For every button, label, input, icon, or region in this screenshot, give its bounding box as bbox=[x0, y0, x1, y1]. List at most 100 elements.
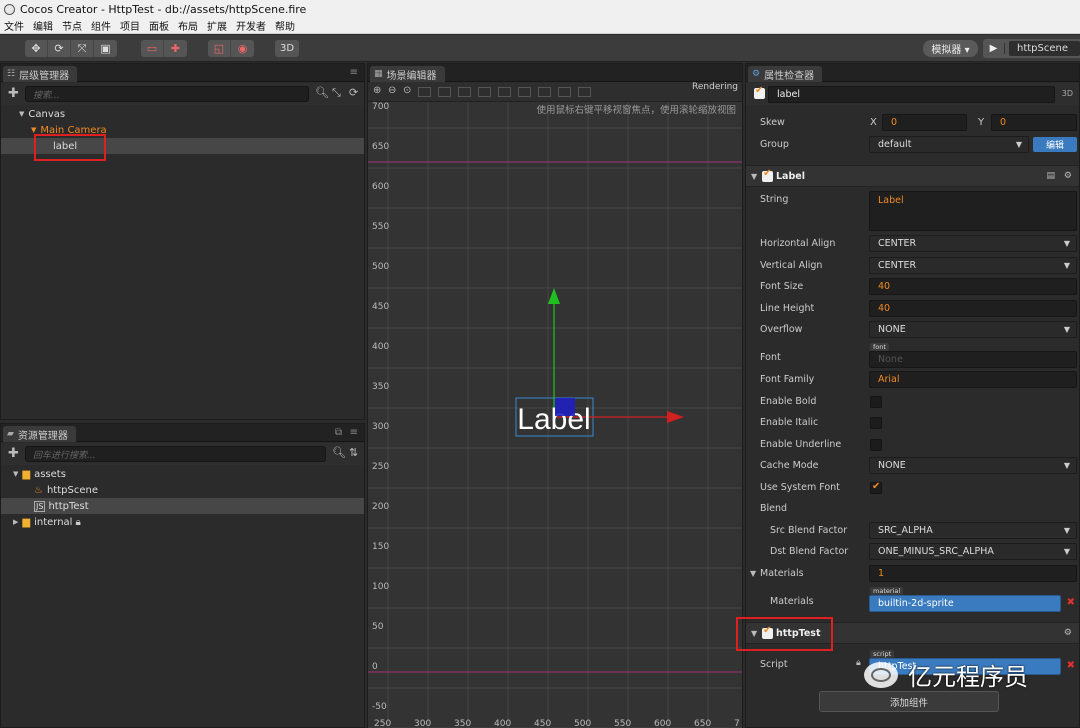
distribute-h-icon[interactable] bbox=[538, 87, 551, 97]
menu-panel[interactable]: 面板 bbox=[149, 18, 169, 33]
sort-icon[interactable]: ⇅ bbox=[349, 446, 358, 459]
simulator-dropdown[interactable]: 模拟器 ▾ bbox=[923, 40, 978, 57]
align-right-icon[interactable] bbox=[458, 87, 471, 97]
toggle-3d-button[interactable]: 3D bbox=[275, 40, 299, 57]
tree-node-canvas[interactable]: ▼ Canvas bbox=[1, 106, 364, 122]
collapse-arrow-icon[interactable]: ▼ bbox=[751, 172, 757, 181]
cache-mode-select[interactable]: NONE bbox=[869, 457, 1077, 474]
src-blend-select[interactable]: SRC_ALPHA bbox=[869, 522, 1077, 539]
hierarchy-tab[interactable]: ☷ 层级管理器 bbox=[3, 66, 78, 82]
label-enabled-checkbox[interactable] bbox=[762, 168, 773, 182]
settings-gear-icon[interactable]: ⚙ bbox=[1064, 171, 1072, 181]
asset-folder-assets[interactable]: ▼ ▆ assets bbox=[1, 466, 364, 482]
menu-extension[interactable]: 扩展 bbox=[207, 18, 227, 33]
menu-developer[interactable]: 开发者 bbox=[236, 18, 266, 33]
halign-select[interactable]: CENTER bbox=[869, 235, 1077, 252]
distribute-v-icon[interactable] bbox=[558, 87, 571, 97]
add-node-icon[interactable]: ✚ bbox=[8, 86, 19, 101]
panel-menu-icon[interactable]: ≡ bbox=[350, 427, 358, 438]
y-tick-label: 200 bbox=[372, 502, 390, 512]
align-hcenter-icon[interactable] bbox=[438, 87, 451, 97]
line-height-input[interactable]: 40 bbox=[869, 300, 1077, 317]
valign-select[interactable]: CENTER bbox=[869, 257, 1077, 274]
rect-tool-icon[interactable]: ▣ bbox=[94, 40, 117, 57]
menu-file[interactable]: 文件 bbox=[4, 18, 24, 33]
add-component-button[interactable]: 添加组件 bbox=[819, 691, 999, 712]
remove-material-icon[interactable]: ✖ bbox=[1067, 597, 1075, 608]
overflow-select[interactable]: NONE bbox=[869, 321, 1077, 338]
refresh-icon[interactable]: ⟳ bbox=[349, 86, 358, 99]
underline-checkbox[interactable] bbox=[870, 438, 882, 451]
group-select[interactable]: default bbox=[869, 136, 1029, 153]
menu-component[interactable]: 组件 bbox=[91, 18, 111, 33]
system-font-checkbox[interactable] bbox=[870, 481, 882, 494]
distribute-extra-icon[interactable] bbox=[578, 87, 591, 97]
menu-project[interactable]: 项目 bbox=[120, 18, 140, 33]
zoom-in-icon[interactable]: ⊕ bbox=[373, 85, 381, 96]
node-3d-toggle[interactable]: 3D bbox=[1062, 89, 1073, 98]
expand-arrow-icon[interactable]: ▼ bbox=[19, 110, 24, 118]
local-pivot-icon[interactable]: ▭ bbox=[141, 40, 164, 57]
move-tool-icon[interactable]: ✥ bbox=[25, 40, 48, 57]
rotate-tool-icon[interactable]: ⟳ bbox=[48, 40, 71, 57]
y-arrow-icon[interactable] bbox=[548, 288, 560, 304]
settings-gear-icon[interactable]: ⚙ bbox=[1064, 628, 1072, 638]
search-icon[interactable]: 🔍︎ bbox=[315, 86, 329, 99]
node-name-input[interactable]: label bbox=[768, 86, 1055, 103]
materials-expand-icon[interactable]: ▼ bbox=[750, 569, 756, 578]
center-handle[interactable] bbox=[555, 398, 575, 416]
align-vcenter-icon[interactable] bbox=[498, 87, 511, 97]
scene-select[interactable]: httpScene bbox=[1009, 41, 1080, 56]
add-asset-icon[interactable]: ✚ bbox=[8, 446, 19, 461]
group-edit-button[interactable]: 编辑 bbox=[1033, 137, 1077, 152]
font-size-input[interactable]: 40 bbox=[869, 278, 1077, 295]
align-bottom-icon[interactable] bbox=[518, 87, 531, 97]
expand-arrow-icon[interactable]: ▼ bbox=[31, 126, 36, 134]
align-top-icon[interactable] bbox=[478, 87, 491, 97]
asset-item-httpscene[interactable]: ♨ httpScene bbox=[1, 482, 364, 498]
zoom-reset-icon[interactable]: ⊙ bbox=[403, 85, 411, 96]
snap-rect-icon[interactable]: ◱ bbox=[208, 40, 231, 57]
search-icon[interactable]: 🔍︎ bbox=[332, 446, 346, 459]
asset-folder-internal[interactable]: ▶ ▆ internal 🔒︎ bbox=[1, 514, 364, 530]
inspector-tab[interactable]: ⚙ 属性检查器 bbox=[748, 66, 823, 82]
zoom-out-icon[interactable]: ⊖ bbox=[388, 85, 396, 96]
bold-checkbox[interactable] bbox=[870, 395, 882, 408]
hierarchy-panel: ☷ 层级管理器 ≡ ✚ 搜索... 🔍︎ ⤡ ⟳ ▼ Canvas ▼ Main… bbox=[0, 63, 365, 420]
label-component-header[interactable]: ▼ Label ▤ ⚙ bbox=[746, 165, 1079, 187]
scale-tool-icon[interactable]: ⤧ bbox=[71, 40, 94, 57]
skew-x-input[interactable]: 0 bbox=[882, 114, 967, 131]
menu-layout[interactable]: 布局 bbox=[178, 18, 198, 33]
collapse-arrow-icon[interactable]: ▶ bbox=[13, 518, 18, 526]
asset-item-httptest[interactable]: JS httpTest bbox=[1, 498, 364, 514]
node-active-checkbox[interactable] bbox=[754, 85, 765, 99]
font-family-input[interactable]: Arial bbox=[869, 371, 1077, 388]
expand-arrow-icon[interactable]: ▼ bbox=[13, 470, 18, 478]
x-arrow-icon[interactable] bbox=[667, 411, 684, 423]
hierarchy-search-input[interactable]: 搜索... bbox=[25, 86, 309, 102]
global-pivot-icon[interactable]: ✚ bbox=[164, 40, 187, 57]
collapse-icon[interactable]: ⤡ bbox=[332, 86, 341, 100]
doc-icon[interactable]: ▤ bbox=[1046, 171, 1055, 181]
assets-search-input[interactable]: 回车进行搜索... bbox=[25, 446, 326, 462]
string-textarea[interactable]: Label bbox=[869, 191, 1077, 231]
dst-blend-select[interactable]: ONE_MINUS_SRC_ALPHA bbox=[869, 543, 1077, 560]
remove-script-icon[interactable]: ✖ bbox=[1067, 660, 1075, 671]
material-asset-field[interactable]: builtin-2d-sprite bbox=[869, 595, 1061, 612]
panel-menu-icon[interactable]: ≡ bbox=[350, 67, 358, 78]
skew-y-input[interactable]: 0 bbox=[991, 114, 1077, 131]
italic-checkbox[interactable] bbox=[870, 416, 882, 429]
play-icon[interactable]: ▶ bbox=[983, 43, 1005, 54]
menu-edit[interactable]: 编辑 bbox=[33, 18, 53, 33]
rendering-dropdown[interactable]: Rendering bbox=[692, 82, 738, 92]
menu-node[interactable]: 节点 bbox=[62, 18, 82, 33]
align-left-icon[interactable] bbox=[418, 87, 431, 97]
materials-count-input[interactable]: 1 bbox=[869, 565, 1077, 582]
popout-icon[interactable]: ⧉ bbox=[335, 427, 342, 438]
scene-canvas[interactable]: Label 700 650 600 550 500 450 400 350 300 250 200 1… bbox=[368, 102, 742, 728]
font-asset-field[interactable]: None bbox=[869, 351, 1077, 368]
snap-circle-icon[interactable]: ◉ bbox=[231, 40, 254, 57]
assets-tab[interactable]: ▰ 资源管理器 bbox=[3, 426, 76, 442]
menu-help[interactable]: 帮助 bbox=[275, 18, 295, 33]
scene-tab[interactable]: ▦ 场景编辑器 bbox=[370, 66, 445, 82]
